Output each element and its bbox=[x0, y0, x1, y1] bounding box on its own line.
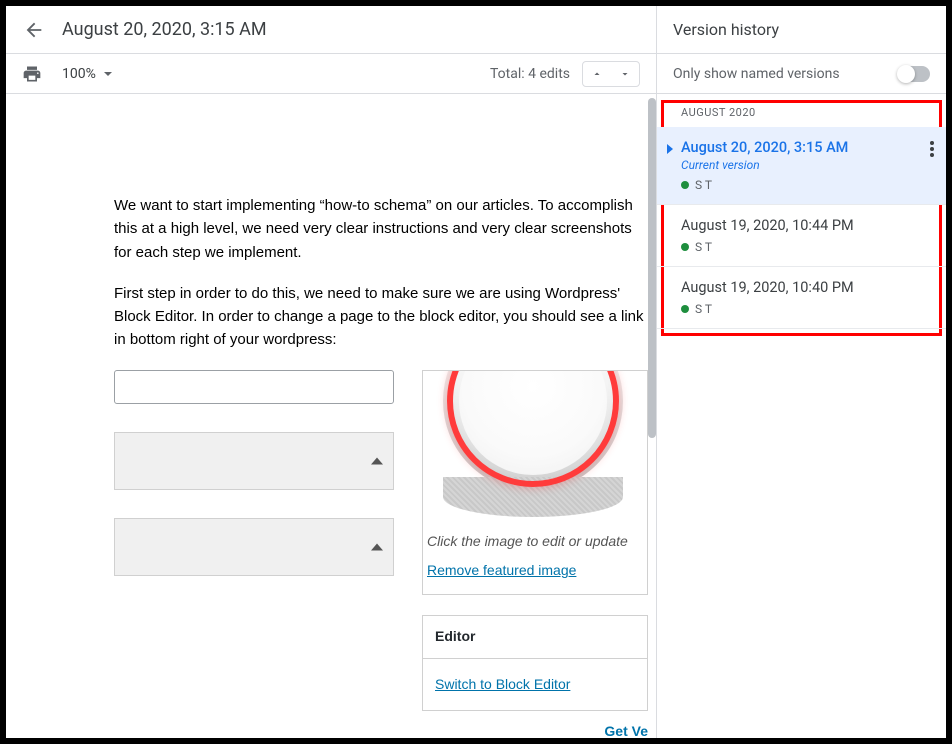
caret-down-icon bbox=[104, 72, 112, 76]
doc-paragraph: We want to start implementing “how-to sc… bbox=[114, 194, 648, 264]
named-versions-label: Only show named versions bbox=[673, 66, 840, 82]
featured-image-box: Click the image to edit or update Remove… bbox=[422, 370, 648, 595]
wp-text-input[interactable] bbox=[114, 370, 394, 404]
doc-paragraph: First step in order to do this, we need … bbox=[114, 282, 648, 352]
edit-nav-arrows bbox=[582, 61, 640, 87]
version-history-sidebar: AUGUST 2020 August 20, 2020, 3:15 AM Cur… bbox=[656, 94, 946, 738]
print-icon[interactable] bbox=[22, 64, 42, 84]
editor-heading: Editor bbox=[423, 616, 647, 659]
prev-edit-button[interactable] bbox=[583, 62, 611, 86]
top-header: August 20, 2020, 3:15 AM Version history bbox=[6, 6, 946, 54]
version-title: August 19, 2020, 10:40 PM bbox=[681, 279, 930, 296]
panel-title: Version history bbox=[656, 6, 946, 53]
page-title: August 20, 2020, 3:15 AM bbox=[62, 19, 267, 40]
back-arrow-icon[interactable] bbox=[22, 18, 46, 42]
version-title: August 20, 2020, 3:15 AM bbox=[681, 139, 930, 156]
get-version-link[interactable]: Get Ve bbox=[422, 711, 648, 738]
more-icon[interactable] bbox=[930, 141, 934, 157]
author-color-dot bbox=[681, 243, 689, 251]
author-name: S T bbox=[695, 302, 712, 316]
version-title: August 19, 2020, 10:44 PM bbox=[681, 217, 930, 234]
zoom-dropdown[interactable]: 100% bbox=[62, 66, 112, 82]
version-subtitle: Current version bbox=[681, 158, 930, 172]
month-header: AUGUST 2020 bbox=[657, 94, 946, 127]
featured-image[interactable] bbox=[423, 371, 647, 521]
wp-collapsed-panel[interactable] bbox=[114, 518, 394, 576]
author-name: S T bbox=[695, 240, 712, 254]
version-item-current[interactable]: August 20, 2020, 3:15 AM Current version… bbox=[657, 127, 946, 205]
zoom-value: 100% bbox=[62, 66, 96, 82]
toolbar: 100% Total: 4 edits Only show named vers… bbox=[6, 54, 946, 94]
author-name: S T bbox=[695, 178, 712, 192]
scrollbar[interactable] bbox=[648, 98, 656, 438]
named-versions-toggle[interactable] bbox=[898, 66, 930, 82]
author-color-dot bbox=[681, 181, 689, 189]
total-edits-label: Total: 4 edits bbox=[490, 66, 570, 82]
version-item[interactable]: August 19, 2020, 10:40 PM S T bbox=[657, 267, 946, 329]
image-caption: Click the image to edit or update bbox=[423, 521, 647, 561]
switch-block-editor-link[interactable]: Switch to Block Editor bbox=[435, 676, 570, 692]
next-edit-button[interactable] bbox=[611, 62, 639, 86]
version-item[interactable]: August 19, 2020, 10:44 PM S T bbox=[657, 205, 946, 267]
wp-collapsed-panel[interactable] bbox=[114, 432, 394, 490]
author-color-dot bbox=[681, 305, 689, 313]
remove-featured-image-link[interactable]: Remove featured image bbox=[423, 560, 647, 582]
document-area: We want to start implementing “how-to sc… bbox=[6, 94, 656, 738]
editor-metabox: Editor Switch to Block Editor bbox=[422, 615, 648, 711]
